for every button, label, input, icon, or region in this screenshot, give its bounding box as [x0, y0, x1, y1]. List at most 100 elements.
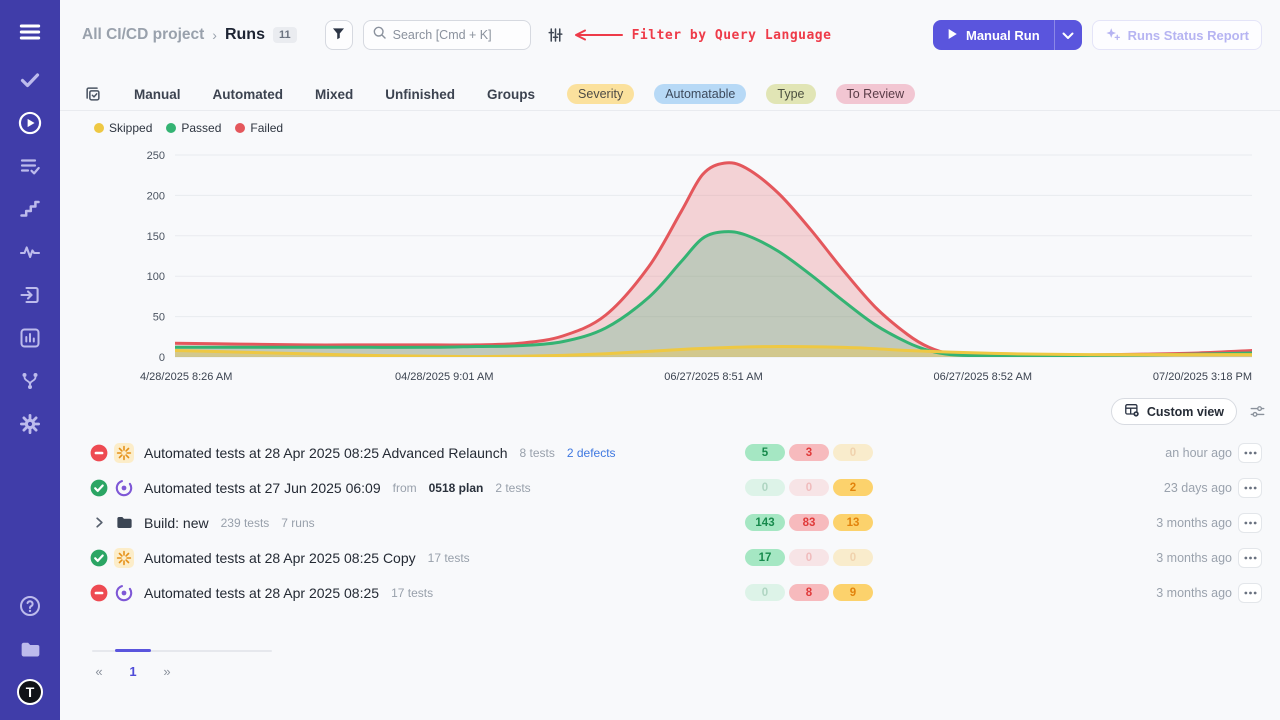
- tab-unfinished[interactable]: Unfinished: [385, 85, 455, 104]
- legend-item-failed[interactable]: Failed: [235, 121, 283, 135]
- sidebar-item-integrations[interactable]: [17, 369, 43, 393]
- legend-label: Failed: [250, 121, 283, 135]
- run-meta: from: [393, 481, 417, 495]
- search-box[interactable]: [363, 20, 531, 50]
- pagination-last-button[interactable]: »: [160, 664, 174, 679]
- analytics-icon: [18, 326, 42, 350]
- app-window: T All CI/CD project › Runs 11: [0, 0, 1280, 720]
- run-meta: 7 runs: [281, 516, 314, 530]
- filter-chips: Severity Automatable Type To Review: [567, 84, 915, 104]
- run-title: Automated tests at 27 Jun 2025 06:09: [144, 480, 381, 496]
- plan-icon: [114, 583, 134, 603]
- pagination: « 1 »: [92, 650, 292, 679]
- sidebar-item-runs[interactable]: [17, 111, 43, 135]
- sidebar-item-settings[interactable]: [17, 412, 43, 436]
- runs-count-badge: 11: [273, 27, 297, 43]
- svg-text:150: 150: [147, 231, 165, 243]
- legend-dot: [166, 123, 176, 133]
- sidebar-item-menu[interactable]: [17, 20, 43, 44]
- filter-button[interactable]: [325, 20, 353, 50]
- view-toolbar: Custom view: [1111, 398, 1266, 425]
- custom-view-button[interactable]: Custom view: [1111, 398, 1237, 425]
- run-meta: 17 tests: [391, 586, 433, 600]
- tab-automated[interactable]: Automated: [213, 85, 284, 104]
- runs-icon: [17, 110, 43, 136]
- table-settings-icon: [1124, 402, 1140, 421]
- sidebar-item-analytics[interactable]: [17, 326, 43, 350]
- requirements-icon: [18, 283, 42, 307]
- badge-green: 0: [745, 479, 785, 496]
- table-row[interactable]: Automated tests at 28 Apr 2025 08:25 Adv…: [80, 435, 1268, 470]
- table-row[interactable]: Automated tests at 28 Apr 2025 08:25 Cop…: [80, 540, 1268, 575]
- run-title: Automated tests at 28 Apr 2025 08:25: [144, 585, 379, 601]
- sidebar-item-tests[interactable]: [17, 68, 43, 92]
- topbar: All CI/CD project › Runs 11: [60, 20, 1280, 50]
- chip-type[interactable]: Type: [766, 84, 815, 104]
- legend-item-passed[interactable]: Passed: [166, 121, 221, 135]
- sidebar-item-avatar[interactable]: T: [17, 680, 43, 704]
- badge-red: 83: [789, 514, 829, 531]
- legend-label: Passed: [181, 121, 221, 135]
- annotation-arrow-icon: [572, 29, 624, 41]
- sidebar-top-nav: [17, 0, 43, 455]
- sidebar-item-test-plans[interactable]: [17, 154, 43, 178]
- chip-to-review[interactable]: To Review: [836, 84, 916, 104]
- help-icon: [18, 594, 42, 618]
- svg-text:250: 250: [147, 150, 165, 162]
- play-icon: [947, 28, 958, 43]
- ellipsis-icon: [1244, 556, 1257, 560]
- search-input[interactable]: [393, 28, 521, 42]
- manual-run-split-button: Manual Run: [933, 20, 1082, 50]
- sidebar-item-milestones[interactable]: [17, 197, 43, 221]
- run-title: Automated tests at 28 Apr 2025 08:25 Cop…: [144, 550, 416, 566]
- badge-green: 5: [745, 444, 785, 461]
- svg-text:07/20/2025 3:18 PM: 07/20/2025 3:18 PM: [1153, 371, 1252, 383]
- sidebar-bottom-nav: T: [17, 594, 43, 720]
- query-language-filter-icon[interactable]: [547, 26, 564, 44]
- breadcrumb-project[interactable]: All CI/CD project: [82, 26, 204, 44]
- run-timestamp: 3 months ago: [1156, 516, 1232, 530]
- sidebar-item-projects[interactable]: [17, 637, 43, 661]
- badge-yellow: 9: [833, 584, 873, 601]
- tab-groups[interactable]: Groups: [487, 85, 535, 104]
- manual-run-button[interactable]: Manual Run: [933, 20, 1054, 50]
- legend-label: Skipped: [109, 121, 152, 135]
- passed-status-icon: [90, 479, 108, 497]
- settings-icon: [18, 412, 42, 436]
- row-actions-button[interactable]: [1238, 478, 1262, 498]
- funnel-icon: [330, 25, 347, 45]
- sidebar-item-defects[interactable]: [17, 240, 43, 264]
- plan-icon: [114, 478, 134, 498]
- list-settings-icon[interactable]: [1249, 404, 1266, 419]
- spark-icon: [114, 548, 134, 568]
- ellipsis-icon: [1244, 451, 1257, 455]
- legend-item-skipped[interactable]: Skipped: [94, 121, 152, 135]
- row-actions-button[interactable]: [1238, 583, 1262, 603]
- badge-green: 17: [745, 549, 785, 566]
- runs-status-report-button[interactable]: Runs Status Report: [1092, 20, 1262, 50]
- sidebar-item-requirements[interactable]: [17, 283, 43, 307]
- table-row[interactable]: Build: new239 tests7 runs14383133 months…: [80, 505, 1268, 540]
- row-actions-button[interactable]: [1238, 513, 1262, 533]
- row-actions-button[interactable]: [1238, 443, 1262, 463]
- ellipsis-icon: [1244, 521, 1257, 525]
- table-row[interactable]: Automated tests at 27 Jun 2025 06:09 from…: [80, 470, 1268, 505]
- run-timestamp: 3 months ago: [1156, 586, 1232, 600]
- chip-automatable[interactable]: Automatable: [654, 84, 746, 104]
- chip-severity[interactable]: Severity: [567, 84, 634, 104]
- manual-run-dropdown-button[interactable]: [1054, 20, 1082, 50]
- badge-red: 8: [789, 584, 829, 601]
- tab-mixed[interactable]: Mixed: [315, 85, 353, 104]
- sidebar-item-help[interactable]: [17, 594, 43, 618]
- tab-manual[interactable]: Manual: [134, 85, 181, 104]
- defects-link[interactable]: 2 defects: [567, 446, 616, 460]
- pagination-active-indicator: [115, 649, 151, 652]
- pagination-page-1[interactable]: 1: [126, 664, 140, 679]
- sidebar: T: [0, 0, 60, 720]
- pagination-first-button[interactable]: «: [92, 664, 106, 679]
- svg-text:200: 200: [147, 190, 165, 202]
- select-all-icon[interactable]: [84, 85, 102, 103]
- row-actions-button[interactable]: [1238, 548, 1262, 568]
- run-timestamp: 23 days ago: [1164, 481, 1232, 495]
- table-row[interactable]: Automated tests at 28 Apr 2025 08:25 17 t…: [80, 575, 1268, 610]
